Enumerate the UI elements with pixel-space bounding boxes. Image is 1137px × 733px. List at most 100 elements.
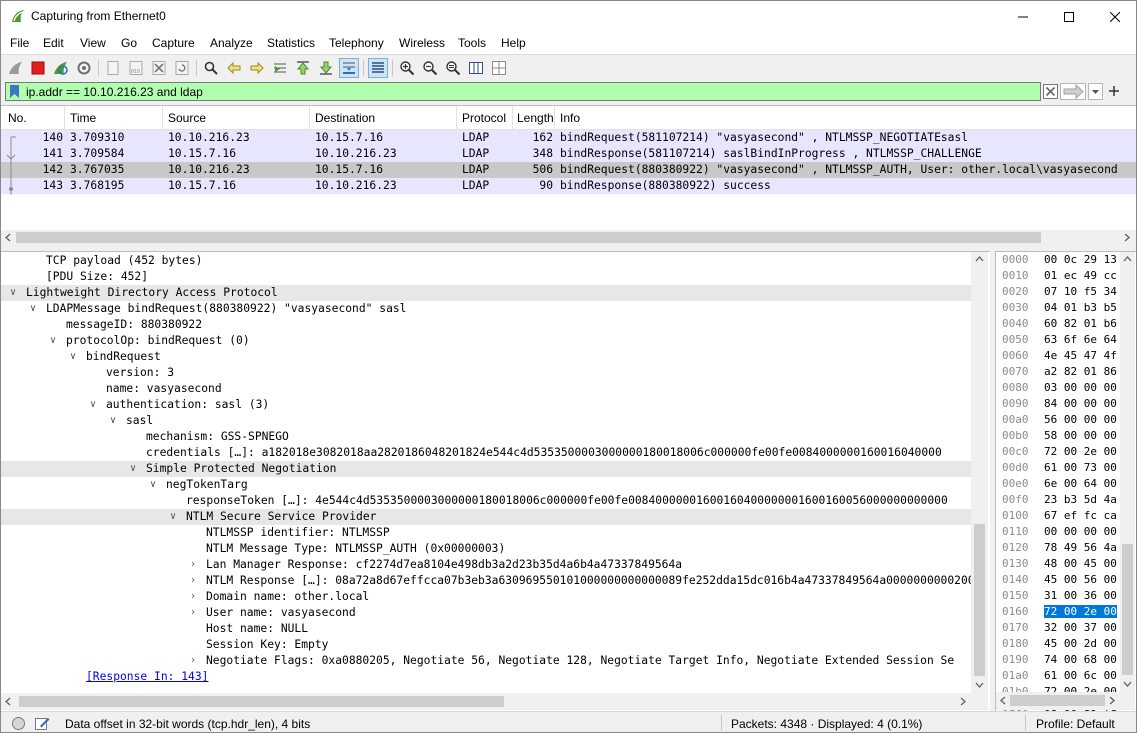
- layout-button[interactable]: [489, 58, 509, 78]
- capture-comment-icon[interactable]: [34, 715, 50, 731]
- column-header-protocol[interactable]: Protocol: [462, 111, 506, 125]
- hex-dump-line[interactable]: 0130 48 00 45 00: [996, 557, 1121, 571]
- clear-filter-icon[interactable]: [1043, 84, 1058, 99]
- chevron-right-icon[interactable]: ›: [190, 654, 200, 668]
- find-packet-button[interactable]: [201, 58, 221, 78]
- scroll-down-icon[interactable]: [975, 681, 984, 689]
- hex-dump-line[interactable]: 0110 00 00 00 00: [996, 525, 1121, 539]
- scrollbar-thumb[interactable]: [1010, 695, 1105, 706]
- details-horizontal-scrollbar[interactable]: [1, 693, 988, 710]
- hex-dump-line[interactable]: 00f0 23 b3 5d 4a: [996, 493, 1121, 507]
- detail-tree-item[interactable]: TCP payload (452 bytes): [1, 253, 971, 269]
- detail-tree-item[interactable]: › NTLM Response […]: 08a72a8d67effcca07b3…: [1, 573, 971, 589]
- hex-dump-line[interactable]: 00e0 6e 00 64 00: [996, 477, 1121, 491]
- detail-tree-item[interactable]: credentials […]: a182018e3082018aa282018…: [1, 445, 971, 461]
- detail-tree-item[interactable]: ∨ Simple Protected Negotiation: [1, 461, 971, 477]
- hex-dump-line[interactable]: 0170 32 00 37 00: [996, 621, 1121, 635]
- chevron-down-icon[interactable]: ∨: [10, 286, 20, 300]
- detail-tree-item[interactable]: ∨ authentication: sasl (3): [1, 397, 971, 413]
- chevron-down-icon[interactable]: ∨: [50, 334, 60, 348]
- menu-view[interactable]: View: [80, 36, 106, 50]
- hex-dump-line[interactable]: 0010 01 ec 49 cc: [996, 269, 1121, 283]
- hex-dump-line[interactable]: 0150 31 00 36 00: [996, 589, 1121, 603]
- scrollbar-thumb[interactable]: [16, 232, 1041, 243]
- packet-row[interactable]: 142 3.767035 10.10.216.23 10.15.7.16 LDAP 506…: [1, 162, 1136, 178]
- detail-tree-item[interactable]: › Negotiate Flags: 0xa0880205, Negotiate …: [1, 653, 971, 669]
- menu-telephony[interactable]: Telephony: [329, 36, 384, 50]
- scroll-left-icon[interactable]: [4, 697, 12, 706]
- resize-columns-button[interactable]: [466, 58, 486, 78]
- column-header-source[interactable]: Source: [168, 111, 206, 125]
- scrollbar-thumb[interactable]: [974, 524, 985, 676]
- first-packet-button[interactable]: [293, 58, 313, 78]
- menu-file[interactable]: File: [10, 36, 29, 50]
- detail-tree-item[interactable]: [Response In: 143]: [1, 669, 971, 685]
- apply-filter-button[interactable]: [1060, 83, 1086, 100]
- bookmark-icon[interactable]: [9, 85, 20, 99]
- autoscroll-button[interactable]: [339, 58, 359, 78]
- detail-tree-item[interactable]: › Lan Manager Response: cf2274d7ea8104e49…: [1, 557, 971, 573]
- zoom-out-button[interactable]: [420, 58, 440, 78]
- chevron-down-icon[interactable]: ∨: [170, 510, 180, 524]
- menu-edit[interactable]: Edit: [43, 36, 64, 50]
- detail-tree-item[interactable]: ∨ negTokenTarg: [1, 477, 971, 493]
- chevron-down-icon[interactable]: ∨: [150, 478, 160, 492]
- hex-dump-line[interactable]: 0040 60 82 01 b6: [996, 317, 1121, 331]
- packet-row[interactable]: 141 3.709584 10.15.7.16 10.10.216.23 LDAP 348…: [1, 146, 1136, 162]
- chevron-down-icon[interactable]: ∨: [110, 414, 120, 428]
- maximize-button[interactable]: [1046, 1, 1092, 32]
- reload-file-button[interactable]: [172, 58, 192, 78]
- hex-dump-line[interactable]: 00a0 56 00 00 00: [996, 413, 1121, 427]
- hex-dump-line[interactable]: 0100 67 ef fc ca: [996, 509, 1121, 523]
- menu-help[interactable]: Help: [501, 36, 526, 50]
- detail-tree-item[interactable]: Host name: NULL: [1, 621, 971, 637]
- detail-tree-item[interactable]: › User name: vasyasecond: [1, 605, 971, 621]
- menu-wireless[interactable]: Wireless: [399, 36, 445, 50]
- detail-tree-item[interactable]: messageID: 880380922: [1, 317, 971, 333]
- detail-tree-item[interactable]: responseToken […]: 4e544c4d5353500003000…: [1, 493, 971, 509]
- menu-go[interactable]: Go: [121, 36, 137, 50]
- detail-tree-item[interactable]: version: 3: [1, 365, 971, 381]
- hex-dump-line[interactable]: 0000 00 0c 29 13: [996, 253, 1121, 267]
- response-in-link[interactable]: [Response In: 143]: [86, 670, 208, 683]
- minimize-button[interactable]: [1000, 1, 1046, 32]
- detail-tree-item[interactable]: NTLM Message Type: NTLMSSP_AUTH (0x00000…: [1, 541, 971, 557]
- chevron-down-icon[interactable]: ∨: [70, 350, 80, 364]
- column-header-time[interactable]: Time: [70, 111, 96, 125]
- hex-dump-line[interactable]: 0050 63 6f 6e 64: [996, 333, 1121, 347]
- scroll-up-icon[interactable]: [975, 255, 984, 263]
- column-header-destination[interactable]: Destination: [315, 111, 375, 125]
- hex-dump-line[interactable]: 01a0 61 00 6c 00: [996, 669, 1121, 683]
- hex-dump-line[interactable]: 0080 03 00 00 00: [996, 381, 1121, 395]
- hex-dump-line[interactable]: 0070 a2 82 01 86: [996, 365, 1121, 379]
- menu-capture[interactable]: Capture: [152, 36, 195, 50]
- scroll-down-icon[interactable]: [1123, 680, 1132, 688]
- save-file-button[interactable]: 010: [126, 58, 146, 78]
- chevron-right-icon[interactable]: ›: [190, 590, 200, 604]
- detail-tree-item[interactable]: mechanism: GSS-SPNEGO: [1, 429, 971, 445]
- go-back-button[interactable]: [224, 58, 244, 78]
- add-filter-button-icon[interactable]: [1108, 85, 1120, 97]
- chevron-right-icon[interactable]: ›: [190, 558, 200, 572]
- chevron-down-icon[interactable]: ∨: [30, 302, 40, 316]
- hex-dump-line[interactable]: 0090 84 00 00 00: [996, 397, 1121, 411]
- hex-dump-line[interactable]: 0180 45 00 2d 00: [996, 637, 1121, 651]
- scrollbar-thumb[interactable]: [19, 696, 504, 707]
- bytes-vertical-scrollbar[interactable]: [1120, 252, 1135, 692]
- scroll-left-icon[interactable]: [4, 233, 12, 242]
- scroll-right-icon[interactable]: [1123, 233, 1131, 242]
- detail-tree-item[interactable]: [PDU Size: 452]: [1, 269, 971, 285]
- column-header-info[interactable]: Info: [560, 111, 580, 125]
- detail-tree-item[interactable]: NTLMSSP identifier: NTLMSSP: [1, 525, 971, 541]
- close-button[interactable]: [1092, 1, 1136, 32]
- scrollbar-thumb[interactable]: [1122, 544, 1133, 675]
- status-profile[interactable]: Profile: Default: [1036, 717, 1115, 731]
- chevron-down-icon[interactable]: ∨: [130, 462, 140, 476]
- scroll-right-icon[interactable]: [1108, 696, 1116, 705]
- scroll-left-icon[interactable]: [999, 696, 1007, 705]
- hex-dump-line[interactable]: 00d0 61 00 73 00: [996, 461, 1121, 475]
- detail-tree-item[interactable]: ∨ NTLM Secure Service Provider: [1, 509, 971, 525]
- menu-tools[interactable]: Tools: [458, 36, 486, 50]
- detail-tree-item[interactable]: ∨ sasl: [1, 413, 971, 429]
- detail-tree-item[interactable]: ∨ Lightweight Directory Access Protocol: [1, 285, 971, 301]
